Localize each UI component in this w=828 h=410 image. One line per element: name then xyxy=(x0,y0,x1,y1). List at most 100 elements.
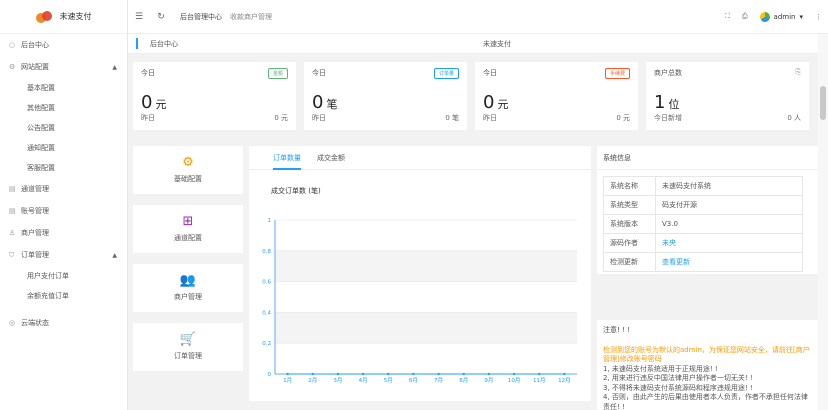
card-foot-label: 昨日 xyxy=(483,114,497,122)
fullscreen-icon[interactable]: ⛶ xyxy=(725,12,730,21)
notice-line: 4, 否则，由此产生的后果由使用者本人负责，作者不承担任何法律责任! ! xyxy=(603,393,808,410)
merchant-icon: ♙ xyxy=(9,229,16,237)
clipboard-icon: ⎘ xyxy=(795,68,801,76)
sidebar-item-merchants[interactable]: ♙ 商户管理 xyxy=(0,222,127,244)
data-point xyxy=(563,372,566,376)
x-tick-label: 1月 xyxy=(283,377,292,384)
card-footer: 昨日 0 元 xyxy=(483,113,630,123)
gear-icon: ⚙ xyxy=(9,63,16,71)
menu-toggle-icon[interactable]: ☰ xyxy=(128,12,150,22)
card-footer: 今日新增 0 人 xyxy=(654,113,801,123)
cart-icon: ⛉ xyxy=(9,250,15,259)
breadcrumb-item[interactable]: 收款商户管理 xyxy=(230,12,272,22)
y-tick-label: 1 xyxy=(268,218,272,224)
quick-link-basic-config[interactable]: ⚙ 基础配置 xyxy=(133,146,243,194)
check-update-link[interactable]: 查看更新 xyxy=(662,258,690,266)
stat-card-today-orders: 今日 订单量 0笔 昨日 0 笔 xyxy=(304,62,467,130)
card-foot-value: 0 元 xyxy=(274,114,288,122)
sidebar-item-cloud-status[interactable]: ◎ 云端状态 xyxy=(0,312,127,334)
table-row: 系统名称 未速码支付系统 xyxy=(603,176,803,196)
card-unit: 元 xyxy=(497,98,509,111)
x-tick-label: 3月 xyxy=(333,377,342,384)
users-icon: 👥 xyxy=(179,273,197,288)
sidebar-item-site-config[interactable]: ⚙ 网站配置 ▲ xyxy=(0,56,127,78)
refresh-icon[interactable]: ↻ xyxy=(150,12,172,22)
lock-icon[interactable]: ⎙ xyxy=(742,12,748,21)
card-label: 今日 xyxy=(312,69,326,77)
card-label: 商户总数 xyxy=(654,69,682,77)
x-tick-label: 8月 xyxy=(459,377,468,384)
username: admin xyxy=(773,12,796,21)
card-value: 1 xyxy=(654,92,666,113)
system-info-table: 系统名称 未速码支付系统 系统类型 码支付开源 系统版本 V3.0 源码作者 未央 检测… xyxy=(603,176,803,272)
card-value-wrap: 0笔 xyxy=(312,92,459,113)
card-foot-value: 0 元 xyxy=(616,114,630,122)
notice-line: 3, 不得将未速码支付系统源码和程序违规用途! ! xyxy=(603,383,753,392)
data-point xyxy=(487,372,491,376)
y-tick-label: 0.6 xyxy=(262,280,271,286)
card-tag: 订单量 xyxy=(433,68,459,79)
card-value: 0 xyxy=(483,92,495,113)
table-row: 检测更新 查看更新 xyxy=(603,252,803,272)
card-footer: 昨日 0 元 xyxy=(141,113,288,123)
sidebar-subitem[interactable]: 基本配置 xyxy=(0,78,127,98)
home-icon: ○ xyxy=(9,41,16,49)
sidebar-subitem[interactable]: 客服配置 xyxy=(0,158,127,178)
sidebar-subitem[interactable]: 公告配置 xyxy=(0,118,127,138)
sidebar-item-label: 网站配置 xyxy=(21,63,49,71)
main-content: 后台中心 未速支付 今日 金额 0元 昨日 0 元 今日 订单量 0笔 昨日 0 笔… xyxy=(128,34,818,410)
sidebar-subitem[interactable]: 用户支付订单 xyxy=(0,266,127,286)
data-point xyxy=(361,372,365,376)
y-tick-label: 0.8 xyxy=(262,249,271,255)
author-link[interactable]: 未央 xyxy=(662,239,676,247)
card-value: 0 xyxy=(312,92,324,113)
grid-band xyxy=(275,312,577,344)
sidebar-item-label: 账号管理 xyxy=(21,207,49,215)
data-point xyxy=(387,372,390,376)
cart-icon: 🛒 xyxy=(179,332,197,347)
scrollbar-thumb[interactable] xyxy=(820,86,826,120)
sidebar-item-dashboard[interactable]: ○ 后台中心 xyxy=(0,34,127,56)
card-unit: 位 xyxy=(668,98,680,111)
y-tick-label: 0 xyxy=(268,372,272,378)
x-tick-label: 7月 xyxy=(434,377,443,384)
sidebar-item-accounts[interactable]: ▤ 账号管理 xyxy=(0,200,127,222)
sidebar-item-orders[interactable]: ⛉ 订单管理 ▲ xyxy=(0,244,127,266)
table-key: 系统版本 xyxy=(603,214,656,234)
logo[interactable]: 未速支付 xyxy=(0,0,127,34)
breadcrumb-item[interactable]: 后台管理中心 xyxy=(180,12,222,22)
user-menu[interactable]: admin ▾ xyxy=(759,11,803,22)
y-tick-label: 0.2 xyxy=(262,341,271,347)
sidebar-subitem[interactable]: 余额充值订单 xyxy=(0,286,127,306)
stat-card-today-fee: 今日 手续费 0元 昨日 0 元 xyxy=(475,62,638,130)
card-foot-value: 0 笔 xyxy=(445,114,459,122)
more-icon[interactable]: ⋮ xyxy=(815,13,822,21)
sidebar-subitem[interactable]: 通知配置 xyxy=(0,138,127,158)
quick-link-orders[interactable]: 🛒 订单管理 xyxy=(133,323,243,371)
data-point xyxy=(336,372,340,376)
quick-link-channel-config[interactable]: ⊞ 通道配置 xyxy=(133,205,243,253)
page-title: 后台中心 xyxy=(150,39,178,48)
notice-panel: 注意! ! ! 检测到您的账号为默认的admin，为保证您网站安全，请前往[商户… xyxy=(597,320,818,410)
notice-warning: 检测到您的账号为默认的admin，为保证您网站安全，请前往[商户管理]修改账号密… xyxy=(603,345,810,364)
card-tag: 手续费 xyxy=(604,68,630,79)
card-label: 今日 xyxy=(141,69,155,77)
chevron-up-icon: ▲ xyxy=(112,251,117,259)
gear-icon: ⚙ xyxy=(182,155,194,170)
grid-band xyxy=(275,250,577,282)
card-value: 0 xyxy=(141,92,153,113)
card-unit: 笔 xyxy=(326,98,338,111)
sidebar-subitem[interactable]: 其他配置 xyxy=(0,98,127,118)
logo-icon xyxy=(35,10,54,23)
card-foot-label: 昨日 xyxy=(141,114,155,122)
sidebar-item-label: 后台中心 xyxy=(21,41,49,49)
chart-panel: 订单数量 成交金额 成交订单数 (笔) 0 0.2 0.4 0.6 0.8 1 1月 2月 3月… xyxy=(249,146,591,401)
x-tick-label: 10月 xyxy=(508,377,521,384)
notice-title: 注意! ! ! xyxy=(603,326,630,334)
quick-link-merchants[interactable]: 👥 商户管理 xyxy=(133,264,243,312)
sidebar-item-channels[interactable]: ▤ 通道管理 xyxy=(0,178,127,200)
tile-label: 商户管理 xyxy=(174,293,202,301)
table-row: 源码作者 未央 xyxy=(603,233,803,253)
channel-icon: ▤ xyxy=(9,185,16,193)
stat-cards: 今日 金额 0元 昨日 0 元 今日 订单量 0笔 昨日 0 笔 今日 手续费 0元… xyxy=(133,62,809,130)
